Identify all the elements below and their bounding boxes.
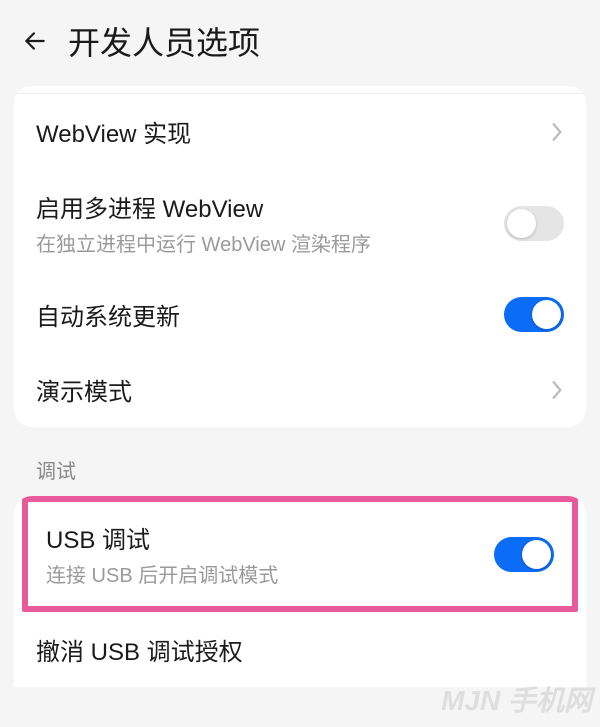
row-demo-mode[interactable]: 演示模式 xyxy=(14,352,586,427)
row-webview-impl[interactable]: WebView 实现 xyxy=(14,94,586,169)
toggle-usb-debug[interactable] xyxy=(494,537,554,572)
row-subtitle: 连接 USB 后开启调试模式 xyxy=(46,559,494,588)
back-button[interactable] xyxy=(20,26,50,56)
settings-card-1: WebView 实现 启用多进程 WebView 在独立进程中运行 WebVie… xyxy=(14,86,586,427)
row-multiprocess-webview[interactable]: 启用多进程 WebView 在独立进程中运行 WebView 渲染程序 xyxy=(14,169,586,277)
row-revoke-usb-auth[interactable]: 撤消 USB 调试授权 xyxy=(14,612,586,687)
toggle-autoupdate[interactable] xyxy=(504,297,564,332)
arrow-left-icon xyxy=(22,28,48,54)
settings-card-2: USB 调试 连接 USB 后开启调试模式 撤消 USB 调试授权 xyxy=(14,496,586,687)
header: 开发人员选项 xyxy=(0,0,600,86)
chevron-right-icon xyxy=(550,120,564,144)
row-title: 演示模式 xyxy=(36,372,550,407)
highlight-usb-debug: USB 调试 连接 USB 后开启调试模式 xyxy=(22,496,578,612)
row-usb-debug[interactable]: USB 调试 连接 USB 后开启调试模式 xyxy=(28,502,572,606)
card-top-edge xyxy=(14,86,586,94)
row-title: 启用多进程 WebView xyxy=(36,189,504,224)
toggle-multiprocess[interactable] xyxy=(504,206,564,241)
page-title: 开发人员选项 xyxy=(68,18,260,64)
row-title: 自动系统更新 xyxy=(36,297,504,332)
row-title: WebView 实现 xyxy=(36,114,550,149)
row-title: USB 调试 xyxy=(46,520,494,555)
row-auto-system-update[interactable]: 自动系统更新 xyxy=(14,277,586,352)
chevron-right-icon xyxy=(550,378,564,402)
section-label-debug: 调试 xyxy=(0,427,600,496)
row-title: 撤消 USB 调试授权 xyxy=(36,632,564,667)
row-subtitle: 在独立进程中运行 WebView 渲染程序 xyxy=(36,228,504,257)
